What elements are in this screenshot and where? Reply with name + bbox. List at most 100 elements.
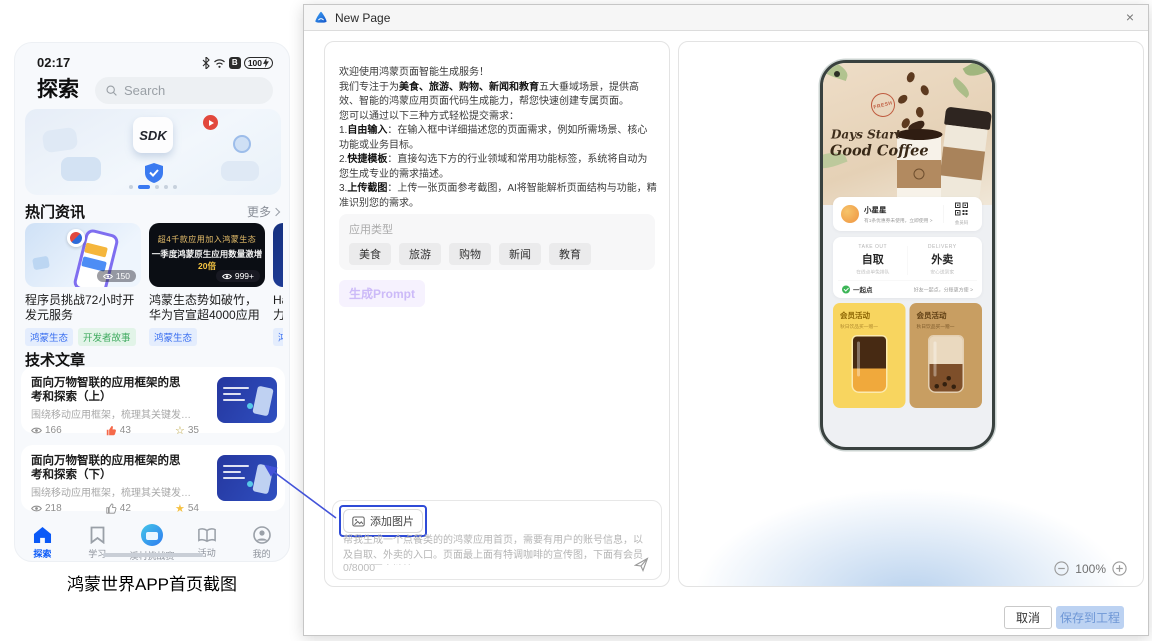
zoom-value: 100%: [1075, 561, 1106, 576]
group-order-icon: [842, 285, 850, 294]
news-image-text: 超4千款应用加入鸿蒙生态: [157, 235, 257, 244]
eye-icon: [31, 505, 42, 512]
pearl-decor: [942, 382, 947, 387]
search-input[interactable]: [124, 83, 244, 98]
drink-image: [929, 336, 963, 392]
screenshot-caption: 鸿蒙世界APP首页截图: [66, 575, 238, 594]
news-image-decor: [32, 255, 50, 271]
article-stats: 166 43 ☆ 35: [31, 425, 199, 436]
promo-card: 会员活动 秋日饮品买一赠一: [833, 303, 906, 408]
welcome-text: 欢迎使用鸿蒙页面智能生成服务！ 我们专注于为美食、旅游、购物、新闻和教育五大垂域…: [339, 66, 657, 211]
wifi-icon: [213, 58, 225, 68]
article-desc: 围绕移动应用框架，梳理其关键发展...: [31, 488, 191, 499]
news-tags: 鸿蒙生态 开发者故事: [25, 328, 141, 346]
thumbnail-decor: [223, 399, 245, 401]
carousel-dot-active: [138, 185, 150, 189]
tag-badge: 鸿: [273, 328, 283, 346]
char-counter: 0/8000: [343, 562, 376, 574]
carousel-dot: [164, 185, 168, 189]
close-icon[interactable]: ×: [1126, 9, 1134, 25]
article-desc: 围绕移动应用框架，梳理其关键发展...: [31, 410, 191, 421]
leaf-decor: [949, 76, 973, 99]
banner-decor: [41, 126, 79, 154]
coffee-bean-decor: [905, 71, 917, 84]
article-card[interactable]: 面向万物智联的应用框架的思考和探索（上） 围绕移动应用框架，梳理其关键发展...…: [21, 367, 285, 436]
battery-level: 100: [247, 57, 262, 68]
view-count-badge: 999+: [215, 270, 260, 282]
news-card-clipped[interactable]: Ha 力 鸿: [273, 223, 283, 347]
thumbnail-decor: [223, 387, 249, 389]
generate-prompt-button[interactable]: 生成Prompt: [339, 280, 426, 307]
promo-subtitle: 秋日饮品买一赠一: [840, 324, 879, 330]
leaf-decor: [962, 63, 992, 82]
nav-item-explore[interactable]: 探索: [15, 517, 70, 561]
cup-body: [936, 124, 988, 205]
tag-badge: 鸿蒙生态: [25, 328, 74, 346]
news-card[interactable]: 超4千款应用加入鸿蒙生态 一季度鸿蒙原生应用数量激增20倍 999+ 鸿蒙生态势…: [149, 223, 265, 347]
prompt-textarea[interactable]: [343, 533, 651, 565]
zoom-in-icon[interactable]: [1112, 561, 1127, 576]
promo-cards: 会员活动 秋日饮品买一赠一 会员活动 秋日饮品买一赠一: [833, 303, 982, 408]
article-stats: 218 42 ★ 54: [31, 503, 199, 514]
promo-subtitle: 秋日饮品买一赠一: [916, 324, 955, 330]
new-page-dialog: New Page × 欢迎使用鸿蒙页面智能生成服务！ 我们专注于为美食、旅游、购…: [303, 4, 1149, 636]
prompt-input-box[interactable]: 添加图片 0/8000: [332, 500, 662, 580]
carousel-dots: [25, 185, 281, 189]
tag-travel[interactable]: 旅游: [399, 243, 441, 265]
tag-badge: 开发者故事: [78, 328, 136, 346]
hot-news-header: 热门资讯 更多: [25, 201, 281, 222]
star-icon: ★: [175, 502, 185, 515]
more-link[interactable]: 更多: [247, 203, 281, 220]
banner-script-text: Good Coffee: [830, 142, 929, 159]
annotation-arrow: [264, 464, 337, 519]
eye-icon: [102, 273, 113, 279]
thumbnail-decor: [252, 385, 274, 417]
news-card[interactable]: 150 程序员挑战72小时开发元服务 鸿蒙生态 开发者故事: [25, 223, 141, 347]
send-icon[interactable]: [634, 557, 649, 572]
user-info: 小星星 有1条优惠券未使用，立即使用 >: [864, 205, 939, 224]
news-image: 150: [25, 223, 141, 287]
page-title: 探索: [37, 78, 79, 101]
challenge-icon: [140, 524, 163, 546]
zoom-out-icon[interactable]: [1054, 561, 1069, 576]
tag-shopping[interactable]: 购物: [449, 243, 491, 265]
user-name: 小星星: [864, 206, 887, 215]
view-count-badge: 150: [96, 270, 136, 282]
play-icon: [203, 115, 218, 130]
banner-script-text: Days Start: [831, 127, 901, 142]
cancel-button[interactable]: 取消: [1004, 606, 1052, 629]
search-icon: [106, 85, 117, 96]
status-time: 02:17: [37, 55, 71, 70]
tag-news[interactable]: 新闻: [499, 243, 541, 265]
cup-logo: [913, 168, 925, 180]
thumb-up-icon: [106, 425, 116, 436]
article-card[interactable]: 面向万物智联的应用框架的思考和探索（下） 围绕移动应用框架，梳理其关键发展...…: [21, 445, 285, 514]
news-image: [273, 223, 283, 287]
screen: 02:17 B 100 探索 SDK: [0, 0, 1152, 641]
battery-icon: 100: [243, 56, 273, 69]
banner-decor: [61, 157, 101, 181]
views-stat: 218: [31, 503, 62, 514]
promo-title: 会员活动: [840, 311, 871, 321]
charging-icon: [263, 57, 269, 68]
intro-line: 欢迎使用鸿蒙页面智能生成服务！: [339, 67, 489, 78]
hero-banner[interactable]: SDK: [25, 109, 281, 195]
save-to-project-button[interactable]: 保存到工程: [1056, 606, 1124, 629]
news-tags: 鸿蒙生态: [149, 328, 265, 346]
pearl-decor: [934, 384, 939, 389]
app-type-tags: 美食 旅游 购物 新闻 教育: [349, 243, 645, 265]
tag-food[interactable]: 美食: [349, 243, 391, 265]
status-icons: B 100: [202, 56, 273, 69]
likes-stat: 43: [106, 425, 131, 436]
divider: [943, 205, 944, 223]
views-stat: 166: [31, 425, 62, 436]
drink-gloss: [933, 341, 937, 377]
search-bar[interactable]: [95, 77, 273, 104]
dialog-titlebar[interactable]: New Page ×: [304, 5, 1148, 31]
article-thumbnail: [217, 377, 277, 423]
qr-label: 会员码: [954, 220, 969, 225]
order-card: TAKE OUT 自取 在线点单免排队 DELIVERY 外卖 安心送到家 一起…: [833, 237, 982, 298]
news-image: 超4千款应用加入鸿蒙生态 一季度鸿蒙原生应用数量激增20倍 999+: [149, 223, 265, 287]
tag-education[interactable]: 教育: [549, 243, 591, 265]
thumbnail-decor: [223, 393, 241, 395]
